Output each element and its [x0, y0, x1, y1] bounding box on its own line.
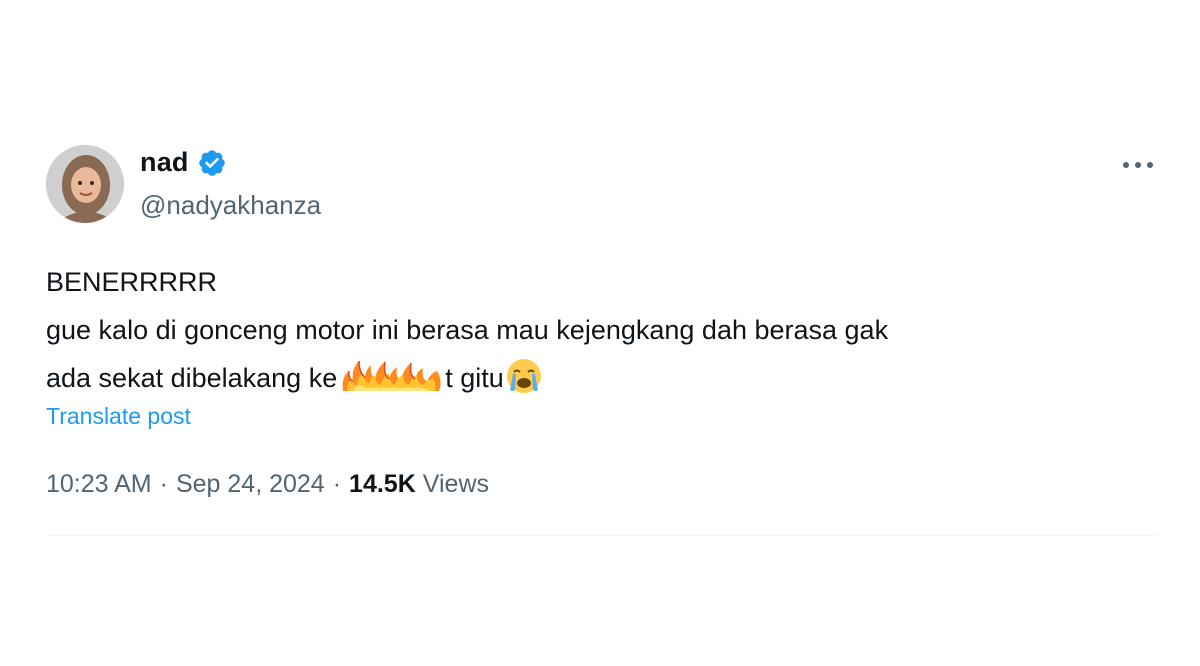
tweet-line-2: gue kalo di gonceng motor ini berasa mau… [46, 315, 889, 345]
views-count[interactable]: 14.5K [349, 470, 416, 499]
author-name-row: nad [140, 147, 227, 178]
avatar-image [46, 145, 124, 223]
more-options-button[interactable] [1118, 150, 1158, 180]
verified-badge-icon [197, 148, 227, 178]
tweet-line-3-start: ada sekat dibelakang ke [46, 363, 338, 393]
meta-separator: · [332, 470, 342, 498]
crying-face-emoji-icon [504, 356, 544, 396]
views-label[interactable]: Views [423, 470, 489, 499]
display-name[interactable]: nad [140, 147, 189, 178]
tweet-line-3: ada sekat dibelakang ke t gitu [46, 354, 1146, 402]
tweet-text: BENERRRRR gue kalo di gonceng motor ini … [46, 258, 1146, 402]
tweet-line-3-end: t gitu [445, 363, 504, 393]
author-handle[interactable]: @nadyakhanza [140, 190, 321, 221]
avatar[interactable] [46, 145, 124, 223]
fire-emoji-overlay-icon [339, 359, 443, 393]
more-dots-icon [1123, 162, 1153, 168]
tweet-meta: 10:23 AM · Sep 24, 2024 · 14.5K Views [46, 470, 489, 499]
tweet-date[interactable]: Sep 24, 2024 [176, 470, 325, 499]
tweet-time[interactable]: 10:23 AM [46, 470, 152, 499]
meta-separator: · [159, 470, 168, 498]
tweet-card: nad @nadyakhanza BENERRRRR gue kalo di g… [0, 0, 1200, 666]
divider [46, 535, 1156, 536]
tweet-line-1: BENERRRRR [46, 267, 218, 297]
translate-post-link[interactable]: Translate post [46, 403, 191, 430]
